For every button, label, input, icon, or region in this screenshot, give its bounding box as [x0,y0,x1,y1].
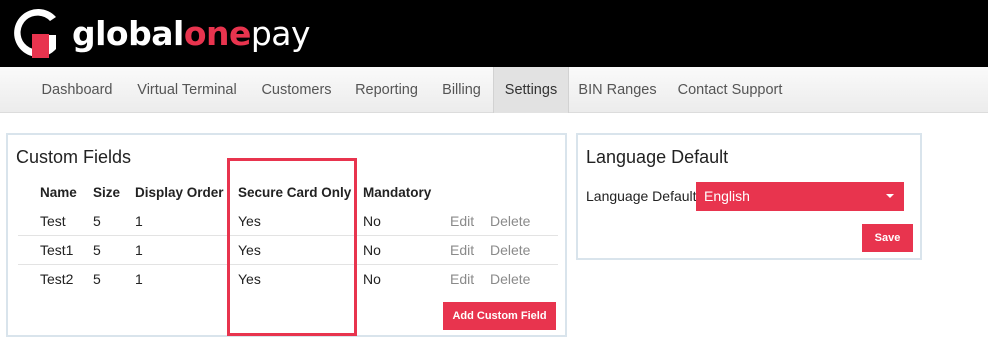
nav-bin-ranges[interactable]: BIN Ranges [569,67,666,113]
cell-name: Test2 [40,271,74,287]
add-custom-field-button[interactable]: Add Custom Field [443,302,556,330]
cell-name: Test [40,213,66,229]
brand-part-global: global [72,14,184,53]
language-default-label: Language Default [586,188,697,204]
nav-virtual-terminal[interactable]: Virtual Terminal [124,67,250,113]
cell-display-order: 1 [135,271,143,287]
nav-billing[interactable]: Billing [430,67,493,113]
language-default-panel: Language Default Language Default Englis… [576,133,922,260]
logo-g-icon [14,9,57,58]
nav-reporting[interactable]: Reporting [343,67,430,113]
nav-customers[interactable]: Customers [250,67,343,113]
column-header-mandatory: Mandatory [363,185,432,200]
column-header-display-order: Display Order [135,185,224,200]
cell-mandatory: No [363,271,381,287]
cell-size: 5 [93,271,101,287]
custom-fields-panel: Custom Fields Name Size Display Order Se… [6,133,567,337]
nav-settings[interactable]: Settings [493,67,569,113]
cell-name: Test1 [40,242,74,258]
language-select[interactable]: English [696,182,904,211]
edit-link[interactable]: Edit [450,213,474,229]
cell-mandatory: No [363,213,381,229]
edit-link[interactable]: Edit [450,271,474,287]
cell-display-order: 1 [135,242,143,258]
cell-display-order: 1 [135,213,143,229]
delete-link[interactable]: Delete [490,242,530,258]
main-nav: Dashboard Virtual Terminal Customers Rep… [0,67,988,113]
language-default-title: Language Default [586,147,729,167]
column-header-secure-card-only: Secure Card Only [238,185,352,200]
cell-mandatory: No [363,242,381,258]
column-header-name: Name [40,185,77,200]
brand-wordmark: globalonepay [72,14,311,53]
nav-dashboard[interactable]: Dashboard [30,67,124,113]
delete-link[interactable]: Delete [490,213,530,229]
edit-link[interactable]: Edit [450,242,474,258]
custom-fields-title: Custom Fields [16,147,132,167]
language-select-value: English [704,188,750,204]
nav-contact-support[interactable]: Contact Support [666,67,794,113]
cell-secure-card-only: Yes [238,242,261,258]
app-header: globalonepay [0,0,988,67]
cell-size: 5 [93,213,101,229]
delete-link[interactable]: Delete [490,271,530,287]
brand-part-pay: pay [250,14,311,53]
column-header-size: Size [93,185,121,200]
caret-down-icon [886,194,894,198]
table-row: Test2 5 1 Yes No Edit Delete [18,265,558,294]
cell-secure-card-only: Yes [238,271,261,287]
brand-part-one: one [183,14,252,53]
table-row: Test1 5 1 Yes No Edit Delete [18,236,558,265]
save-button[interactable]: Save [862,224,913,252]
table-row: Test 5 1 Yes No Edit Delete [18,207,558,236]
cell-secure-card-only: Yes [238,213,261,229]
cell-size: 5 [93,242,101,258]
